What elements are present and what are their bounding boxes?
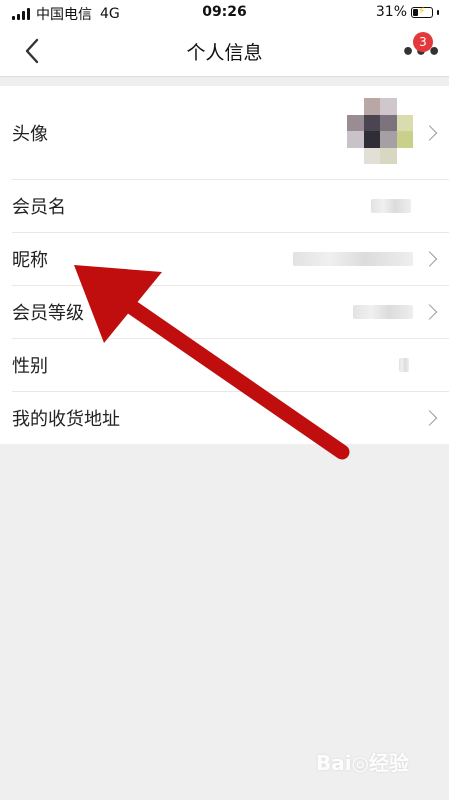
row-label-gender: 性别 [12, 356, 48, 377]
battery-percent: 31% [375, 4, 407, 20]
member-level-value [353, 305, 413, 319]
status-bar: 中国电信 4G 09:26 31% ⚡ [0, 0, 449, 26]
chevron-right-icon [421, 124, 438, 141]
notification-badge: 3 [413, 32, 433, 52]
row-label-member-level: 会员等级 [12, 303, 84, 324]
more-button[interactable]: ••• 3 [401, 32, 441, 64]
gender-value [399, 358, 409, 372]
row-member-name: 会员名 [12, 180, 449, 233]
chevron-right-icon [421, 410, 438, 426]
chevron-right-icon [421, 304, 438, 320]
section-gap [0, 77, 449, 86]
row-avatar[interactable]: 头像 [12, 86, 449, 180]
page-title: 个人信息 [186, 42, 263, 64]
row-label-member-name: 会员名 [12, 197, 66, 218]
nav-bar: 个人信息 ••• 3 [0, 26, 449, 77]
nickname-value [293, 252, 413, 266]
row-nickname[interactable]: 昵称 [12, 233, 449, 286]
battery-icon: ⚡ [411, 6, 433, 18]
watermark: Bai◎经验 [315, 751, 409, 775]
avatar [347, 98, 413, 164]
member-name-value [371, 199, 411, 213]
chevron-right-icon [421, 251, 438, 267]
status-right: 31% ⚡ [376, 4, 439, 20]
row-gender[interactable]: 性别 [12, 339, 449, 392]
row-label-nickname: 昵称 [12, 250, 48, 271]
row-member-level[interactable]: 会员等级 [12, 286, 449, 339]
row-label-address: 我的收货地址 [12, 409, 120, 430]
profile-list: 头像 会员名 昵称 会员等级 性别 我的收货地址 [0, 86, 449, 444]
row-address[interactable]: 我的收货地址 [12, 392, 449, 444]
row-label-avatar: 头像 [12, 123, 48, 145]
